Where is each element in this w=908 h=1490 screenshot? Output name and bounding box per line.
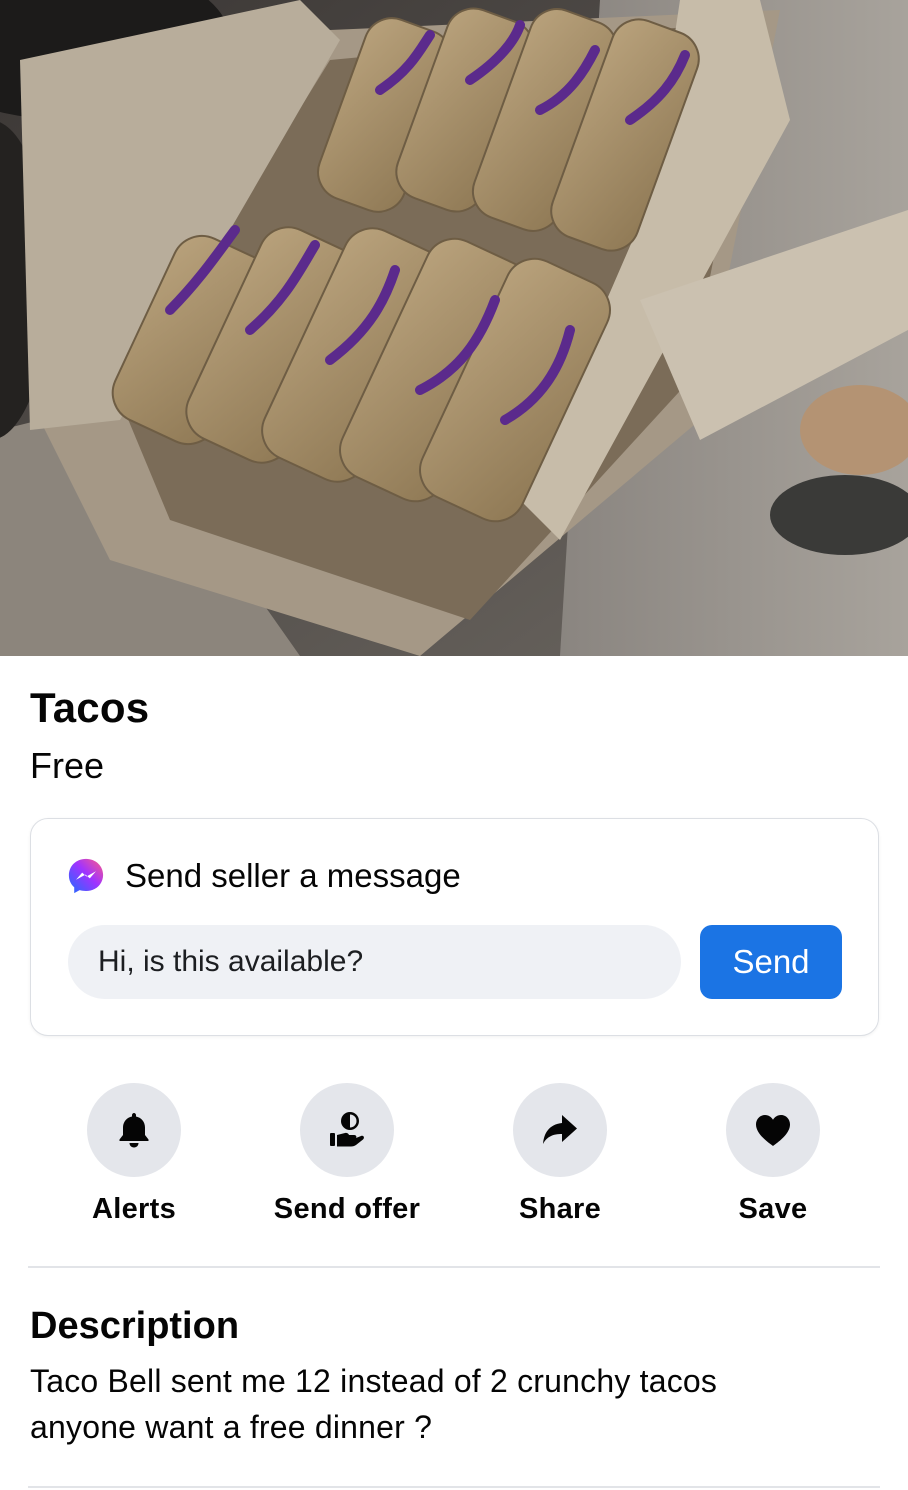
section-divider bbox=[28, 1486, 880, 1488]
bell-icon bbox=[119, 1113, 149, 1148]
offer-icon bbox=[330, 1112, 364, 1147]
send-offer-label: Send offer bbox=[273, 1193, 421, 1225]
description-heading: Description bbox=[30, 1305, 240, 1347]
listing-actions: Alerts Send offer Share Save bbox=[0, 1083, 908, 1233]
message-card-header: Send seller a message bbox=[67, 857, 461, 895]
save-action[interactable]: Save bbox=[673, 1083, 873, 1226]
section-divider bbox=[28, 1266, 880, 1268]
send-button[interactable]: Send bbox=[700, 925, 842, 999]
description-line: anyone want a free dinner ? bbox=[30, 1409, 433, 1445]
description-text: Taco Bell sent me 12 instead of 2 crunch… bbox=[30, 1358, 870, 1450]
share-arrow-icon bbox=[543, 1115, 577, 1144]
listing-price: Free bbox=[30, 745, 105, 786]
alerts-action[interactable]: Alerts bbox=[34, 1083, 234, 1226]
messenger-icon bbox=[68, 858, 104, 894]
send-message-card: Send seller a message Send bbox=[30, 818, 879, 1036]
heart-icon bbox=[756, 1115, 790, 1146]
message-input[interactable] bbox=[68, 925, 681, 999]
tacos-box-photo bbox=[0, 0, 908, 656]
save-button[interactable] bbox=[726, 1083, 820, 1177]
save-label: Save bbox=[738, 1193, 808, 1225]
marketplace-listing-page: Tacos Free Send seller a message Send bbox=[0, 0, 908, 1490]
share-label: Share bbox=[518, 1193, 602, 1225]
share-button[interactable] bbox=[513, 1083, 607, 1177]
send-offer-button[interactable] bbox=[300, 1083, 394, 1177]
listing-title: Tacos bbox=[30, 684, 150, 731]
description-line: Taco Bell sent me 12 instead of 2 crunch… bbox=[30, 1363, 718, 1399]
alerts-button[interactable] bbox=[87, 1083, 181, 1177]
send-offer-action[interactable]: Send offer bbox=[247, 1083, 447, 1226]
share-action[interactable]: Share bbox=[460, 1083, 660, 1226]
message-card-title: Send seller a message bbox=[125, 857, 461, 894]
listing-photo[interactable] bbox=[0, 0, 908, 656]
alerts-label: Alerts bbox=[92, 1193, 176, 1225]
